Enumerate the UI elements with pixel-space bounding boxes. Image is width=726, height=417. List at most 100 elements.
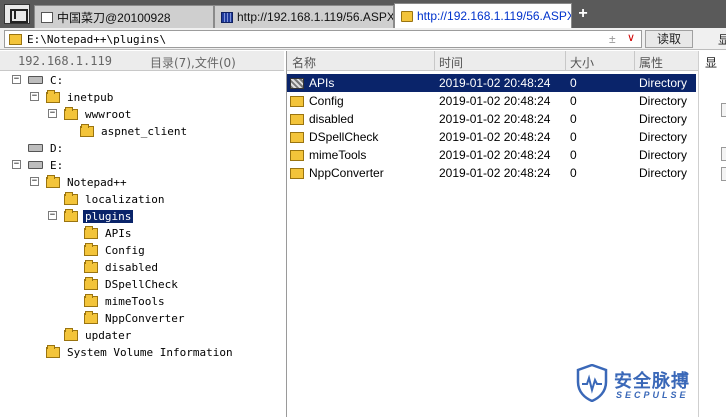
tree-node-system-volume-information[interactable]: System Volume Information <box>46 344 235 360</box>
collapse-icon[interactable]: − <box>12 160 21 169</box>
drive-icon <box>28 76 43 84</box>
host-ip: 192.168.1.119 <box>18 54 112 68</box>
file-size: 0 <box>570 130 577 144</box>
folder-icon <box>46 174 60 188</box>
tree-node-aspnet-client[interactable]: aspnet_client <box>80 123 189 139</box>
chevron-down-icon[interactable]: ∨ <box>627 31 635 44</box>
address-bar: ± ∨ 读取 显 <box>0 28 726 50</box>
file-name: Config <box>309 94 344 108</box>
tree-node-notepadpp[interactable]: − Notepad++ <box>30 174 129 190</box>
tree-node-config[interactable]: Config <box>84 242 147 258</box>
file-time: 2019-01-02 20:48:24 <box>439 76 551 90</box>
tree-node-disabled[interactable]: disabled <box>84 259 160 275</box>
column-separator[interactable] <box>565 51 566 71</box>
collapse-icon[interactable]: − <box>48 211 57 220</box>
tab-label: http://192.168.1.119/56.ASPX <box>417 9 572 23</box>
column-header-name[interactable]: 名称 <box>292 54 316 71</box>
tree-node-d-drive[interactable]: D: <box>28 140 65 156</box>
file-time: 2019-01-02 20:48:24 <box>439 166 551 180</box>
folder-icon <box>290 114 304 125</box>
toggle-sidebar-button[interactable] <box>4 4 30 24</box>
page-icon <box>41 11 53 23</box>
collapse-icon[interactable]: − <box>48 109 57 118</box>
tree-node-label: plugins <box>83 209 134 223</box>
collapse-icon[interactable]: − <box>30 177 39 186</box>
file-row[interactable]: disabled 2019-01-02 20:48:24 0 Directory <box>287 110 696 128</box>
tree-node-label: NppConverter <box>105 311 185 325</box>
column-separator[interactable] <box>434 51 435 71</box>
tree-node-nppconverter[interactable]: NppConverter <box>84 310 186 326</box>
folder-icon <box>290 78 304 89</box>
file-attr: Directory <box>639 94 688 108</box>
tab-url-1[interactable]: http://192.168.1.119/56.ASPX <box>214 5 394 28</box>
tab-url-2-active[interactable]: http://192.168.1.119/56.ASPX <box>394 3 572 28</box>
tree-node-label: Config <box>105 243 145 257</box>
tree-node-label: localization <box>85 192 165 206</box>
folder-icon <box>290 132 304 143</box>
tree-node-label: E: <box>50 158 64 172</box>
tree-node-mimetools[interactable]: mimeTools <box>84 293 167 309</box>
folder-icon <box>64 327 78 341</box>
tree-node-label: mimeTools <box>105 294 165 308</box>
file-attr: Directory <box>639 112 688 126</box>
folder-icon <box>84 225 98 239</box>
file-list-header: 名称 时间 大小 属性 <box>287 51 698 71</box>
folder-icon <box>84 242 98 256</box>
new-tab-button[interactable]: + <box>574 4 592 24</box>
tree-node-label: D: <box>50 141 64 155</box>
file-row[interactable]: DSpellCheck 2019-01-02 20:48:24 0 Direct… <box>287 128 696 146</box>
file-attr: Directory <box>639 148 688 162</box>
tree-node-localization[interactable]: localization <box>64 191 166 207</box>
collapse-icon[interactable]: − <box>12 75 21 84</box>
file-attr: Directory <box>639 76 688 90</box>
file-time: 2019-01-02 20:48:24 <box>439 130 551 144</box>
column-separator[interactable] <box>634 51 635 71</box>
file-size: 0 <box>570 76 577 90</box>
column-header-time[interactable]: 时间 <box>439 54 463 71</box>
folder-icon <box>84 293 98 307</box>
file-row[interactable]: NppConverter 2019-01-02 20:48:24 0 Direc… <box>287 164 696 182</box>
tree-node-label: System Volume Information <box>67 345 233 359</box>
side-panel-control[interactable] <box>721 167 726 181</box>
column-header-size[interactable]: 大小 <box>570 54 594 71</box>
open-folder-icon <box>64 208 78 222</box>
file-row[interactable]: APIs 2019-01-02 20:48:24 0 Directory <box>287 74 696 92</box>
tree-node-label: wwwroot <box>85 107 132 121</box>
side-panel-control[interactable] <box>721 103 726 117</box>
side-panel-truncated: 显 <box>698 51 726 417</box>
file-size: 0 <box>570 166 577 180</box>
folder-icon <box>290 168 304 179</box>
tree-node-label: disabled <box>105 260 158 274</box>
collapse-icon[interactable]: − <box>30 92 39 101</box>
tree-node-wwwroot[interactable]: − wwwroot <box>48 106 133 122</box>
file-name: NppConverter <box>309 166 384 180</box>
read-button[interactable]: 读取 <box>645 30 693 48</box>
tree-node-apis[interactable]: APIs <box>84 225 134 241</box>
drive-icon <box>28 161 43 169</box>
column-header-attr[interactable]: 属性 <box>639 54 663 71</box>
tree-node-inetpub[interactable]: − inetpub <box>30 89 115 105</box>
file-row[interactable]: mimeTools 2019-01-02 20:48:24 0 Director… <box>287 146 696 164</box>
tree-node-label: aspnet_client <box>101 124 188 138</box>
path-input[interactable] <box>27 32 587 47</box>
folder-icon <box>84 276 98 290</box>
folder-icon <box>64 191 78 205</box>
tree-node-updater[interactable]: updater <box>64 327 133 343</box>
tree-header: 192.168.1.119 目录(7),文件(0) <box>0 51 284 71</box>
side-panel-control[interactable] <box>721 147 726 161</box>
tab-chopper-home[interactable]: 中国菜刀@20100928 <box>34 5 214 28</box>
file-row[interactable]: Config 2019-01-02 20:48:24 0 Directory <box>287 92 696 110</box>
tree-node-plugins[interactable]: − plugins <box>48 208 134 224</box>
tree-node-dspellcheck[interactable]: DSpellCheck <box>84 276 180 292</box>
history-icon[interactable]: ± <box>609 32 616 46</box>
display-button-truncated[interactable]: 显 <box>718 31 726 48</box>
tree-node-e-drive[interactable]: − E: <box>12 157 65 173</box>
tree-node-c-drive[interactable]: − C: <box>12 72 65 88</box>
tab-bar: 中国菜刀@20100928 http://192.168.1.119/56.AS… <box>0 0 726 28</box>
file-name: disabled <box>309 112 354 126</box>
watermark-logo: 安全脉搏 SECPULSE <box>576 364 716 404</box>
path-box: ± ∨ <box>4 30 642 48</box>
tree-node-label: C: <box>50 73 64 87</box>
dir-count: 目录(7),文件(0) <box>150 56 236 70</box>
file-size: 0 <box>570 94 577 108</box>
